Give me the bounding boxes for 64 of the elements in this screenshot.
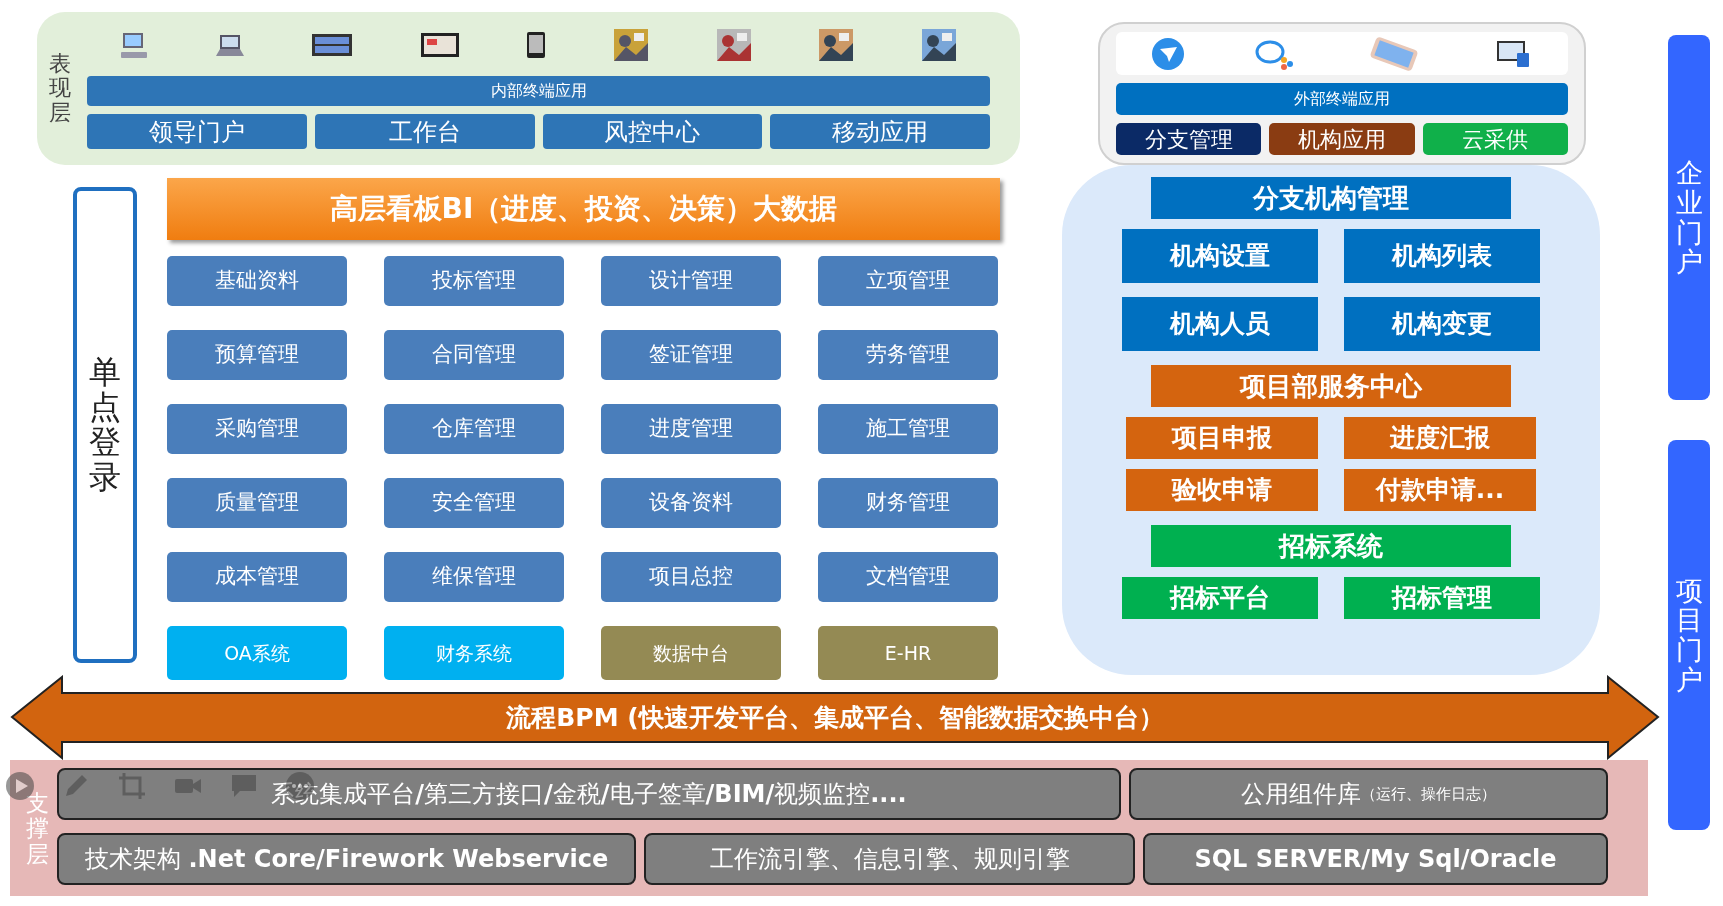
module-button[interactable]: 合同管理	[384, 330, 564, 380]
service-tile: 验收申请	[1126, 469, 1318, 511]
module-button[interactable]: 投标管理	[384, 256, 564, 306]
module-button[interactable]: 施工管理	[818, 404, 998, 454]
app-tile: 风控中心	[542, 114, 763, 149]
terminal-bar: 内部终端应用	[87, 76, 990, 106]
computer-icon	[121, 32, 148, 58]
portal-label: 项目门户	[1675, 575, 1703, 695]
module-button[interactable]: 采购管理	[167, 404, 347, 454]
service-tile: 机构变更	[1344, 297, 1540, 351]
module-button[interactable]: 质量管理	[167, 478, 347, 528]
bi-banner: 高层看板BI（进度、投资、决策）大数据	[167, 178, 1000, 240]
module-button[interactable]: 数据中台	[601, 626, 781, 680]
portal-label: 企业门户	[1675, 158, 1703, 277]
module-button[interactable]: 仓库管理	[384, 404, 564, 454]
app-tile: 领导门户	[87, 114, 307, 149]
module-button[interactable]: 成本管理	[167, 552, 347, 602]
module-button[interactable]: 进度管理	[601, 404, 781, 454]
service-tile: 项目申报	[1126, 417, 1318, 459]
section-title: 分支机构管理	[1151, 177, 1511, 219]
service-tile: 机构人员	[1122, 297, 1318, 351]
module-button[interactable]: 签证管理	[601, 330, 781, 380]
service-tile: 机构设置	[1122, 229, 1318, 283]
module-button[interactable]: 基础资料	[167, 256, 347, 306]
service-tile: 招标管理	[1344, 577, 1540, 619]
app-tile: 分支管理	[1116, 123, 1262, 155]
module-button[interactable]: 财务管理	[818, 478, 998, 528]
laptop-icon	[215, 34, 244, 56]
section-title: 招标系统	[1151, 525, 1511, 567]
service-tile: 付款申请...	[1344, 469, 1536, 511]
terminal-bar: 外部终端应用	[1116, 83, 1568, 115]
module-button[interactable]: 劳务管理	[818, 330, 998, 380]
module-button[interactable]: 设备资料	[601, 478, 781, 528]
module-button[interactable]: 立项管理	[818, 256, 998, 306]
monitor-icon	[312, 34, 353, 56]
phone-icon	[527, 32, 546, 58]
service-tile: 进度汇报	[1344, 417, 1536, 459]
layer-label: 表现层	[49, 52, 71, 125]
crop-icon[interactable]	[116, 770, 148, 802]
sso-label: 单点登录	[89, 354, 121, 496]
module-button[interactable]: 文档管理	[818, 552, 998, 602]
layer-label: 支撑层	[26, 791, 49, 867]
app-tile: 移动应用	[770, 114, 990, 149]
module-button[interactable]: E-HR	[818, 626, 998, 680]
module-button[interactable]: 设计管理	[601, 256, 781, 306]
app-tile: 工作台	[314, 114, 535, 149]
module-button[interactable]: 安全管理	[384, 478, 564, 528]
component-tile: 技术架构 .Net Core/Firework Webservice	[57, 833, 636, 885]
bpm-label: 流程BPM (快速开发平台、集成平台、智能数据交换中台）	[506, 701, 1164, 734]
module-button[interactable]: 预算管理	[167, 330, 347, 380]
app-tile: 云采供	[1422, 123, 1568, 155]
component-tile: 系统集成平台/第三方接口/金税/电子签章/BIM/视频监控....	[57, 768, 1121, 820]
component-tile: SQL SERVER/My Sql/Oracle	[1143, 833, 1608, 885]
module-button[interactable]: OA系统	[167, 626, 347, 680]
service-tile: 机构列表	[1344, 229, 1540, 283]
module-button[interactable]: 财务系统	[384, 626, 564, 680]
screen-icon	[420, 33, 459, 57]
component-tile: 工作流引擎、信息引擎、规则引擎	[644, 833, 1135, 885]
module-button[interactable]: 维保管理	[384, 552, 564, 602]
module-button[interactable]: 项目总控	[601, 552, 781, 602]
component-tile: 公用组件库（运行、操作日志）	[1129, 768, 1608, 820]
service-tile: 招标平台	[1122, 577, 1318, 619]
app-tile: 机构应用	[1269, 123, 1415, 155]
section-title: 项目部服务中心	[1151, 365, 1511, 407]
